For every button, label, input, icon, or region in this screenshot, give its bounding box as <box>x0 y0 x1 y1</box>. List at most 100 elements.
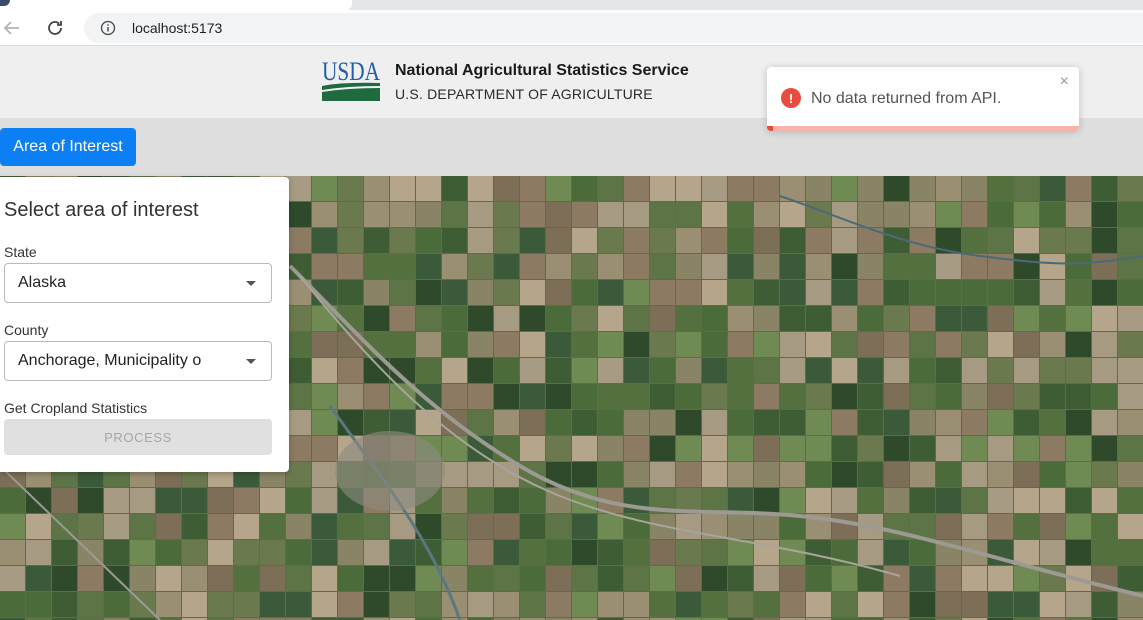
field-parcel <box>936 488 961 513</box>
back-arrow-icon[interactable] <box>0 16 24 40</box>
field-parcel <box>702 228 727 253</box>
field-parcel <box>676 280 701 305</box>
field-parcel <box>1092 410 1117 435</box>
field-parcel <box>598 462 623 487</box>
area-of-interest-button[interactable]: Area of Interest <box>0 128 136 166</box>
reload-icon[interactable] <box>43 16 67 40</box>
field-parcel <box>728 358 753 383</box>
field-parcel <box>676 384 701 409</box>
field-parcel <box>702 488 727 513</box>
field-parcel <box>728 436 753 461</box>
field-parcel <box>1014 410 1039 435</box>
field-parcel <box>676 332 701 357</box>
field-parcel <box>416 202 441 227</box>
field-parcel <box>234 592 259 617</box>
field-parcel <box>754 280 779 305</box>
field-parcel <box>1092 488 1117 513</box>
field-parcel <box>364 176 389 201</box>
field-parcel <box>962 228 987 253</box>
site-info-icon[interactable] <box>100 20 116 36</box>
field-parcel <box>858 254 883 279</box>
field-parcel <box>364 306 389 331</box>
field-parcel <box>1118 176 1143 201</box>
field-parcel <box>442 202 467 227</box>
field-parcel <box>364 202 389 227</box>
field-parcel <box>234 488 259 513</box>
field-parcel <box>832 514 857 539</box>
field-parcel <box>1092 592 1117 617</box>
county-select[interactable]: Anchorage, Municipality o <box>4 341 272 381</box>
field-parcel <box>598 280 623 305</box>
field-parcel <box>208 540 233 565</box>
field-parcel <box>364 540 389 565</box>
field-parcel <box>1092 254 1117 279</box>
field-parcel <box>754 306 779 331</box>
field-parcel <box>780 410 805 435</box>
field-parcel <box>910 306 935 331</box>
field-parcel <box>858 410 883 435</box>
field-parcel <box>0 592 25 617</box>
field-parcel <box>390 176 415 201</box>
field-parcel <box>624 410 649 435</box>
close-icon[interactable]: × <box>1060 73 1069 91</box>
field-parcel <box>1092 384 1117 409</box>
field-parcel <box>780 592 805 617</box>
field-parcel <box>442 358 467 383</box>
address-bar[interactable]: localhost:5173 <box>84 13 1143 43</box>
field-parcel <box>806 592 831 617</box>
field-parcel <box>884 384 909 409</box>
process-button[interactable]: PROCESS <box>4 419 272 455</box>
field-parcel <box>312 462 337 487</box>
field-parcel <box>520 436 545 461</box>
field-parcel <box>468 306 493 331</box>
field-parcel <box>286 488 311 513</box>
field-parcel <box>546 592 571 617</box>
field-parcel <box>988 332 1013 357</box>
field-parcel <box>468 384 493 409</box>
field-parcel <box>728 280 753 305</box>
field-parcel <box>1092 280 1117 305</box>
field-parcel <box>468 514 493 539</box>
toast-progress-track <box>767 126 1079 131</box>
field-parcel <box>0 514 25 539</box>
field-parcel <box>286 202 311 227</box>
field-parcel <box>676 254 701 279</box>
field-parcel <box>598 410 623 435</box>
field-parcel <box>988 436 1013 461</box>
state-select[interactable]: Alaska <box>4 263 272 303</box>
field-parcel <box>806 566 831 591</box>
field-parcel <box>260 514 285 539</box>
field-parcel <box>936 410 961 435</box>
field-parcel <box>130 540 155 565</box>
field-parcel <box>754 358 779 383</box>
field-parcel <box>728 176 753 201</box>
field-parcel <box>286 358 311 383</box>
toast-message: No data returned from API. <box>811 90 1002 107</box>
field-parcel <box>1040 410 1065 435</box>
field-parcel <box>1040 306 1065 331</box>
field-parcel <box>1092 176 1117 201</box>
field-parcel <box>832 592 857 617</box>
field-parcel <box>78 592 103 617</box>
field-parcel <box>624 202 649 227</box>
field-parcel <box>286 540 311 565</box>
field-parcel <box>390 254 415 279</box>
usda-logo: USDA <box>322 56 380 102</box>
field-parcel <box>312 488 337 513</box>
field-parcel <box>936 332 961 357</box>
field-parcel <box>416 254 441 279</box>
field-parcel <box>390 202 415 227</box>
field-parcel <box>754 202 779 227</box>
state-value: Alaska <box>18 274 67 291</box>
field-parcel <box>26 540 51 565</box>
field-parcel <box>338 254 363 279</box>
field-parcel <box>572 384 597 409</box>
field-parcel <box>520 566 545 591</box>
browser-tab[interactable] <box>0 0 352 10</box>
field-parcel <box>286 176 311 201</box>
field-parcel <box>520 540 545 565</box>
field-parcel <box>1014 202 1039 227</box>
field-parcel <box>650 332 675 357</box>
field-parcel <box>338 280 363 305</box>
field-parcel <box>780 436 805 461</box>
